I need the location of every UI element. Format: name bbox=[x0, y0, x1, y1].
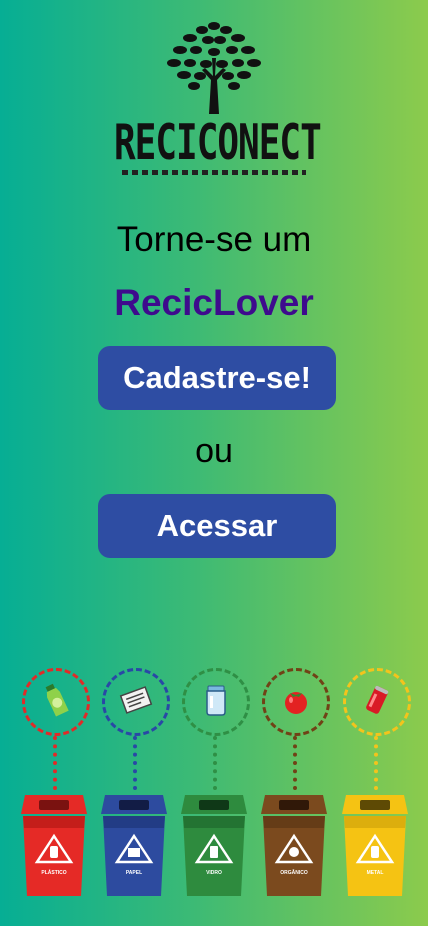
brand-name: RecicLover bbox=[114, 282, 314, 323]
connector-line bbox=[213, 736, 217, 790]
bin-metal-group: METAL bbox=[340, 660, 414, 900]
connector-line bbox=[293, 736, 297, 790]
signup-button[interactable]: Cadastre-se! bbox=[98, 346, 336, 410]
bin-organic-group: ORGÂNICO bbox=[259, 660, 333, 900]
bin-glass: VIDRO bbox=[181, 795, 247, 896]
bin-paper: PAPEL bbox=[101, 795, 167, 896]
bin-plastic: PLÁSTICO bbox=[21, 795, 87, 896]
login-button[interactable]: Acessar bbox=[98, 494, 336, 558]
bin-label: PLÁSTICO bbox=[41, 869, 66, 876]
connector-line bbox=[133, 736, 137, 790]
or-separator: ou bbox=[195, 432, 233, 470]
connector-line bbox=[374, 736, 378, 790]
logo-underline bbox=[122, 170, 306, 175]
newspaper-icon bbox=[119, 686, 153, 714]
headline: Torne-se um bbox=[116, 220, 312, 259]
soda-can-icon bbox=[366, 685, 389, 714]
bin-label: VIDRO bbox=[206, 870, 222, 876]
glass-jar-icon bbox=[206, 685, 226, 716]
logo-wordmark: RECICONECT bbox=[114, 116, 322, 172]
tomato-icon bbox=[285, 692, 307, 714]
recycling-bins: PLÁSTICO PAPEL VIDRO ORGÂNICO METAL bbox=[0, 660, 428, 910]
connector-line bbox=[53, 736, 57, 790]
bin-paper-group: PAPEL bbox=[99, 660, 173, 900]
bin-plastic-group: PLÁSTICO bbox=[19, 660, 93, 900]
bin-glass-group: VIDRO bbox=[179, 660, 253, 900]
bin-organic: ORGÂNICO bbox=[261, 795, 327, 896]
logo: RECICONECT bbox=[114, 18, 322, 178]
plastic-bottle-icon bbox=[45, 683, 69, 717]
bin-label: PAPEL bbox=[126, 870, 142, 876]
tree-icon bbox=[167, 22, 261, 114]
bin-metal: METAL bbox=[342, 795, 408, 896]
bin-label: ORGÂNICO bbox=[280, 869, 308, 876]
bin-label: METAL bbox=[367, 870, 384, 876]
